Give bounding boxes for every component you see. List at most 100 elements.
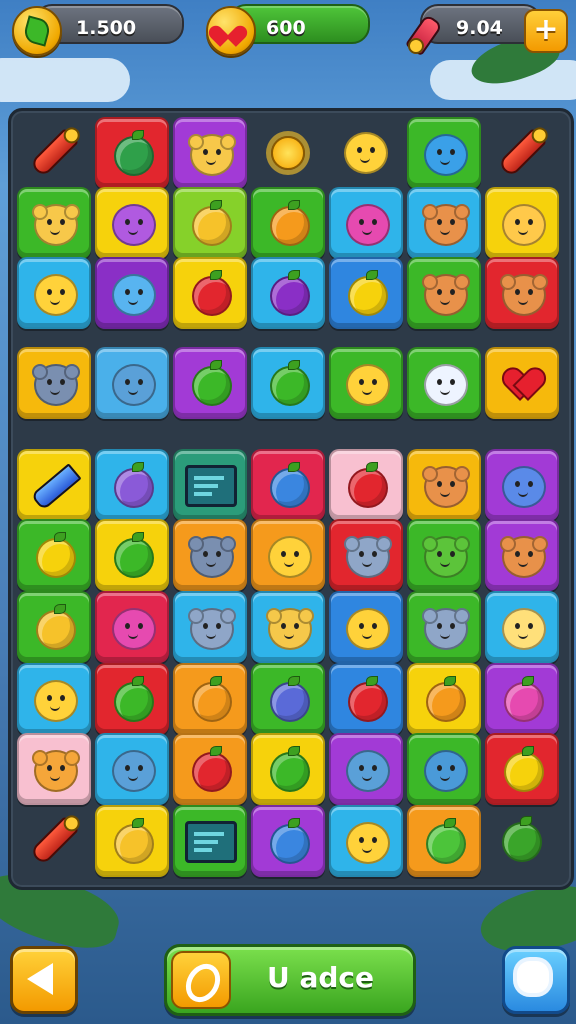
board-tile[interactable] bbox=[485, 187, 559, 259]
board-tile[interactable] bbox=[95, 591, 169, 663]
board-tile[interactable] bbox=[95, 449, 169, 521]
booster-count: 9.04 bbox=[456, 17, 503, 39]
pink-face-icon bbox=[112, 608, 156, 650]
board-tile[interactable] bbox=[329, 257, 403, 329]
board-tile[interactable] bbox=[17, 733, 91, 805]
settings-button[interactable] bbox=[502, 946, 570, 1014]
board-tile[interactable] bbox=[407, 449, 481, 521]
board-tile[interactable] bbox=[17, 117, 87, 185]
blob-face-icon bbox=[346, 750, 390, 792]
board-tile[interactable] bbox=[95, 663, 169, 735]
board-tile[interactable] bbox=[485, 663, 559, 735]
add-currency-button[interactable]: + bbox=[524, 9, 568, 53]
board-tile[interactable] bbox=[173, 591, 247, 663]
orange-fruit-icon bbox=[270, 200, 310, 246]
board-tile[interactable] bbox=[95, 187, 169, 259]
elephant-icon bbox=[422, 608, 470, 650]
board-tile[interactable] bbox=[95, 519, 169, 591]
board-tile[interactable] bbox=[173, 187, 247, 259]
board-tile[interactable] bbox=[95, 805, 169, 877]
board-tile[interactable] bbox=[173, 257, 247, 329]
main-action-button[interactable]: U adce bbox=[164, 944, 416, 1016]
board-tile[interactable] bbox=[251, 257, 325, 329]
board-tile[interactable] bbox=[251, 663, 325, 735]
board-tile[interactable] bbox=[407, 733, 481, 805]
board-tile[interactable] bbox=[407, 519, 481, 591]
board-tile[interactable] bbox=[251, 449, 325, 521]
bear-face-icon bbox=[266, 608, 314, 650]
board-tile[interactable] bbox=[17, 257, 91, 329]
board-tile[interactable] bbox=[251, 733, 325, 805]
cloud-left bbox=[0, 58, 130, 102]
fish-face-icon bbox=[424, 750, 468, 792]
board-tile[interactable] bbox=[95, 117, 169, 189]
board-tile[interactable] bbox=[251, 117, 321, 185]
board-tile[interactable] bbox=[251, 519, 325, 591]
blue-creature-icon bbox=[424, 134, 468, 176]
banana-icon bbox=[348, 270, 388, 316]
board-tile[interactable] bbox=[407, 117, 481, 189]
leaf-icon bbox=[270, 746, 310, 792]
heart-icon bbox=[205, 6, 256, 56]
board-tile[interactable] bbox=[17, 347, 91, 419]
board-tile[interactable] bbox=[173, 449, 247, 521]
board-tile[interactable] bbox=[329, 663, 403, 735]
green-fruit-icon bbox=[114, 130, 154, 176]
board-tile[interactable] bbox=[485, 257, 559, 329]
board-tile[interactable] bbox=[485, 347, 559, 419]
board-tile[interactable] bbox=[17, 449, 91, 521]
board-tile[interactable] bbox=[329, 591, 403, 663]
hippo-face-icon bbox=[32, 364, 80, 406]
board-tile[interactable] bbox=[17, 663, 91, 735]
board-tile[interactable] bbox=[251, 805, 325, 877]
board-tile[interactable] bbox=[329, 733, 403, 805]
board-tile[interactable] bbox=[17, 187, 91, 259]
board-tile[interactable] bbox=[251, 347, 325, 419]
orange-fruit-icon bbox=[426, 676, 466, 722]
board-tile[interactable] bbox=[329, 519, 403, 591]
board-tile[interactable] bbox=[173, 117, 247, 189]
board-tile[interactable] bbox=[173, 733, 247, 805]
monkey-face-icon bbox=[422, 204, 470, 246]
pink-face-icon bbox=[346, 204, 390, 246]
back-button[interactable] bbox=[10, 946, 78, 1014]
board-tile[interactable] bbox=[407, 187, 481, 259]
smile-face-icon bbox=[34, 680, 78, 722]
board-tile[interactable] bbox=[251, 187, 325, 259]
board-tile[interactable] bbox=[95, 733, 169, 805]
board-tile[interactable] bbox=[17, 519, 91, 591]
board-tile[interactable] bbox=[485, 519, 559, 591]
board-tile[interactable] bbox=[485, 805, 555, 873]
board-tile[interactable] bbox=[329, 187, 403, 259]
board-tile[interactable] bbox=[251, 591, 325, 663]
carrot-red-icon bbox=[29, 816, 79, 866]
plum-icon bbox=[270, 270, 310, 316]
board-tile[interactable] bbox=[407, 591, 481, 663]
board-tile[interactable] bbox=[329, 117, 399, 185]
board-tile[interactable] bbox=[17, 805, 87, 873]
board-tile[interactable] bbox=[329, 805, 403, 877]
board-tile[interactable] bbox=[173, 805, 247, 877]
board-tile[interactable] bbox=[95, 257, 169, 329]
board-tile[interactable] bbox=[17, 591, 91, 663]
board-tile[interactable] bbox=[173, 347, 247, 419]
carrot-red-icon bbox=[497, 128, 547, 178]
screen-icon bbox=[185, 821, 237, 863]
board-tile[interactable] bbox=[173, 663, 247, 735]
board-tile[interactable] bbox=[329, 449, 403, 521]
board-tile[interactable] bbox=[485, 733, 559, 805]
melon-icon bbox=[192, 360, 232, 406]
board-tile[interactable] bbox=[485, 117, 555, 185]
apple-icon bbox=[192, 270, 232, 316]
board-tile[interactable] bbox=[407, 347, 481, 419]
board-tile[interactable] bbox=[95, 347, 169, 419]
board-tile[interactable] bbox=[485, 591, 559, 663]
board-tile[interactable] bbox=[407, 257, 481, 329]
board-tile[interactable] bbox=[407, 805, 481, 877]
board-tile[interactable] bbox=[407, 663, 481, 735]
board-tile[interactable] bbox=[329, 347, 403, 419]
olive-icon bbox=[114, 532, 154, 578]
board-tile[interactable] bbox=[173, 519, 247, 591]
mushroom-icon bbox=[114, 462, 154, 508]
board-tile[interactable] bbox=[485, 449, 559, 521]
